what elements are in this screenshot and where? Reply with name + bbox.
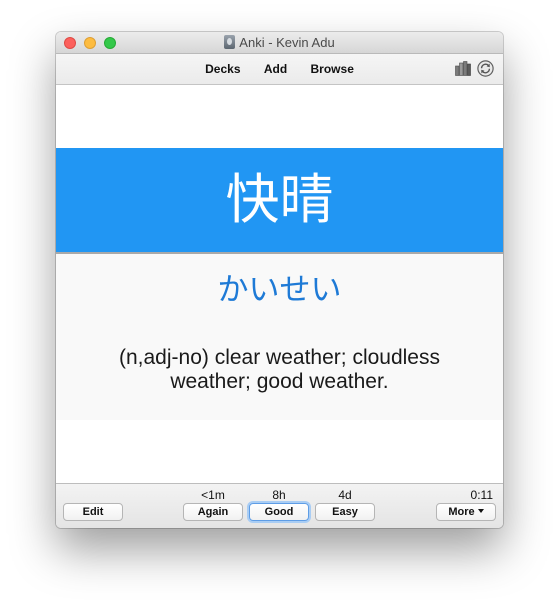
card-front: 快晴 (56, 148, 503, 252)
again-interval: <1m (201, 488, 225, 502)
card-meaning: (n,adj-no) clear weather; cloudless weat… (119, 346, 440, 393)
easy-interval: 4d (338, 488, 352, 502)
anki-app-icon (224, 35, 236, 49)
main-toolbar: Decks Add Browse (56, 54, 503, 85)
title-bar[interactable]: Anki - Kevin Adu (56, 32, 503, 54)
anki-window: Anki - Kevin Adu Decks Add Browse 快晴 かいせ… (56, 32, 503, 528)
review-bottom-bar: Edit <1m 8h 4d Again Good Easy 0:11 More (56, 483, 503, 528)
add-link[interactable]: Add (264, 62, 287, 76)
stats-icon[interactable] (455, 61, 471, 76)
chevron-down-icon (477, 509, 484, 513)
good-button[interactable]: Good (249, 503, 309, 521)
window-title-text: Anki - Kevin Adu (239, 35, 335, 50)
more-button-label: More (448, 506, 475, 518)
review-timer: 0:11 (470, 488, 493, 502)
window-title: Anki - Kevin Adu (56, 35, 503, 51)
card-area: 快晴 かいせい (n,adj-no) clear weather; cloudl… (56, 85, 503, 483)
again-button[interactable]: Again (183, 503, 243, 521)
decks-link[interactable]: Decks (205, 62, 240, 76)
more-button[interactable]: More (436, 503, 496, 521)
browse-link[interactable]: Browse (311, 62, 354, 76)
sync-icon[interactable] (477, 60, 494, 77)
card-reading: かいせい (217, 272, 342, 308)
toolbar-nav: Decks Add Browse (56, 62, 503, 76)
easy-button[interactable]: Easy (315, 503, 375, 521)
card-back: かいせい (n,adj-no) clear weather; cloudless… (56, 252, 503, 420)
edit-button[interactable]: Edit (63, 503, 123, 521)
good-interval: 8h (272, 488, 286, 502)
